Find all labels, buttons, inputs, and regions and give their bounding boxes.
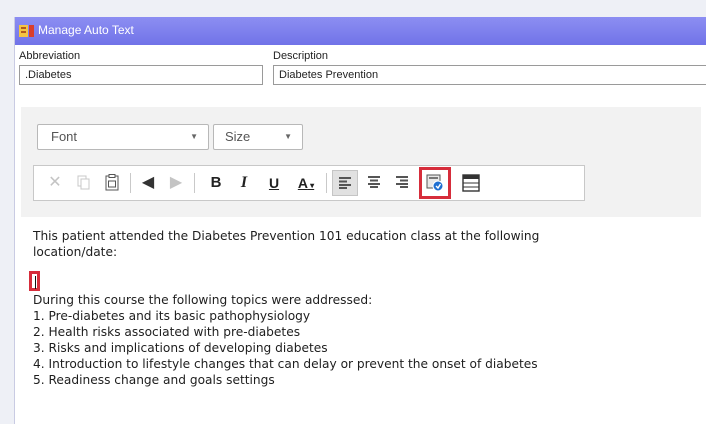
align-right-icon (396, 176, 408, 188)
font-color-icon: A (297, 175, 308, 191)
font-color-button[interactable]: A ▾ (290, 170, 322, 196)
chevron-down-icon: ▼ (190, 132, 198, 141)
toolbar-separator (326, 173, 327, 193)
list-item: 2. Health risks associated with pre-diab… (33, 325, 301, 339)
undo-button[interactable]: ◀ (135, 170, 161, 196)
table-button[interactable] (458, 170, 484, 196)
list-item: 4. Introduction to lifestyle changes tha… (33, 357, 538, 371)
align-right-button[interactable] (389, 170, 415, 196)
editor-line: location/date: (33, 245, 118, 259)
toolbar-separator (194, 173, 195, 193)
app-icon (19, 25, 34, 37)
description-field[interactable]: Diabetes Prevention (273, 65, 706, 85)
italic-icon: I (240, 174, 248, 191)
size-dropdown[interactable]: Size ▼ (213, 124, 303, 150)
size-dropdown-label: Size (225, 129, 251, 144)
bold-icon: B (210, 174, 222, 191)
underline-icon: U (268, 175, 280, 191)
list-item: 3. Risks and implications of developing … (33, 341, 328, 355)
bold-button[interactable]: B (203, 170, 229, 196)
chevron-down-icon: ▾ (307, 181, 315, 190)
title-bar: Manage Auto Text (15, 17, 706, 45)
list-item: 5. Readiness change and goals settings (33, 373, 275, 387)
paste-icon (105, 174, 119, 191)
italic-button[interactable]: I (231, 170, 257, 196)
text-cursor-placeholder[interactable] (29, 271, 40, 291)
cut-icon: ✕ (48, 174, 62, 191)
list-item: 1. Pre-diabetes and its basic pathophysi… (33, 309, 311, 323)
align-left-button[interactable] (332, 170, 358, 196)
font-dropdown[interactable]: Font ▼ (37, 124, 209, 150)
chevron-down-icon: ▼ (284, 132, 292, 141)
align-center-button[interactable] (361, 170, 387, 196)
copy-icon (77, 175, 90, 190)
table-icon (462, 174, 480, 192)
text-cursor (35, 276, 36, 289)
text-editor[interactable]: This patient attended the Diabetes Preve… (15, 220, 705, 424)
toolbar-separator (130, 173, 131, 193)
manage-auto-text-window: Manage Auto Text Abbreviation .Diabetes … (14, 17, 706, 424)
insert-field-button[interactable] (419, 167, 451, 199)
paste-button[interactable] (99, 170, 125, 196)
redo-icon: ▶ (169, 174, 183, 191)
description-label: Description (273, 50, 329, 62)
abbreviation-label: Abbreviation (19, 50, 81, 62)
formatting-toolbar: ✕ ◀ ▶ B I U A ▾ (33, 165, 585, 201)
align-center-icon (368, 176, 380, 188)
editor-line: This patient attended the Diabetes Preve… (33, 229, 540, 243)
copy-button[interactable] (71, 170, 97, 196)
window-title: Manage Auto Text (38, 23, 134, 37)
redo-button[interactable]: ▶ (163, 170, 189, 196)
font-dropdown-label: Font (51, 129, 78, 144)
editor-line: During this course the following topics … (33, 293, 373, 307)
underline-button[interactable]: U (261, 170, 287, 196)
align-left-icon (339, 177, 351, 189)
undo-icon: ◀ (141, 174, 155, 191)
abbreviation-field[interactable]: .Diabetes (19, 65, 263, 85)
insert-field-icon (426, 174, 444, 192)
cut-button[interactable]: ✕ (42, 170, 68, 196)
